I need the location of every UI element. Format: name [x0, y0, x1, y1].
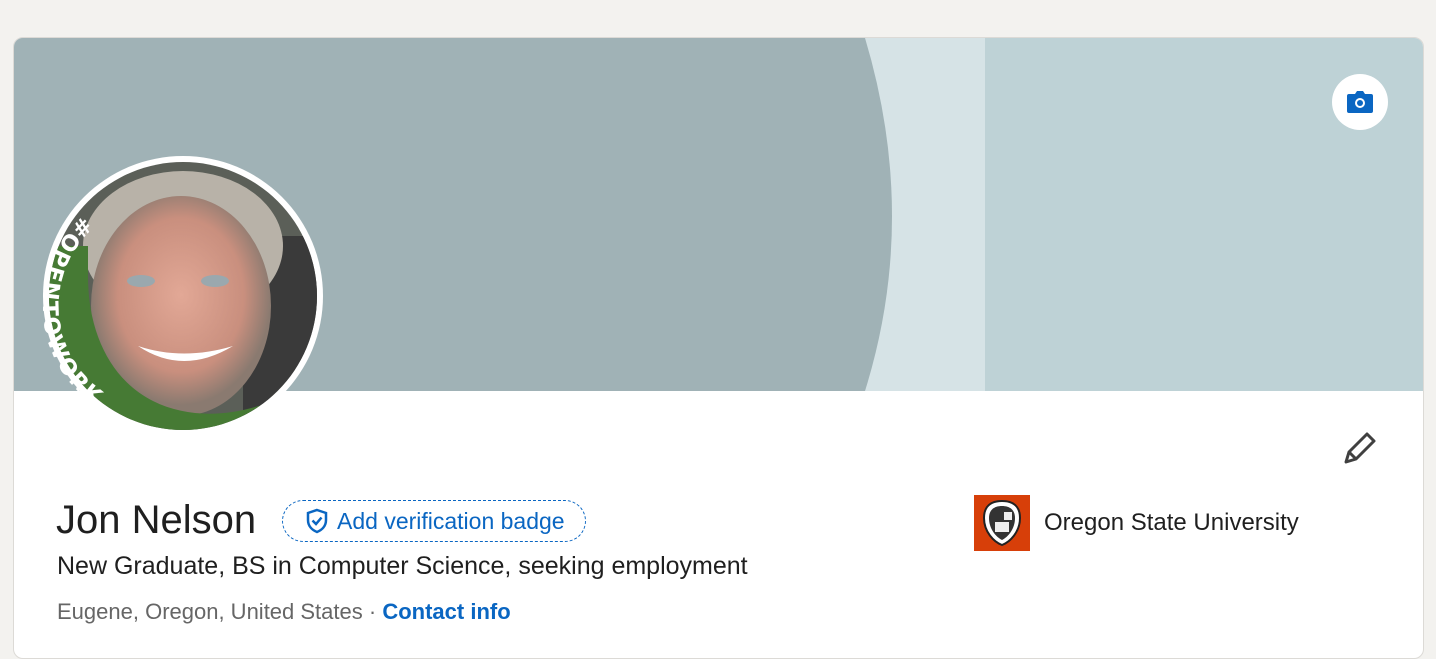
location: Eugene, Oregon, United States — [57, 599, 363, 624]
add-verification-badge-button[interactable]: Add verification badge — [282, 500, 586, 542]
education-link[interactable]: Oregon State University — [974, 495, 1299, 551]
contact-info-link[interactable]: Contact info — [382, 599, 510, 624]
location-line: Eugene, Oregon, United States · Contact … — [57, 599, 511, 625]
camera-icon — [1347, 91, 1373, 113]
profile-headline: New Graduate, BS in Computer Science, se… — [57, 552, 748, 580]
edit-intro-button[interactable] — [1340, 428, 1380, 468]
school-logo — [974, 495, 1030, 551]
edit-cover-photo-button[interactable] — [1332, 74, 1388, 130]
shield-check-icon — [306, 508, 328, 534]
seal-icon — [982, 499, 1022, 547]
profile-photo[interactable]: #OPENTOWORK — [43, 156, 323, 436]
pencil-icon — [1344, 432, 1376, 464]
verification-label: Add verification badge — [337, 507, 565, 534]
separator: · — [368, 599, 377, 624]
profile-name: Jon Nelson — [56, 498, 257, 542]
school-name: Oregon State University — [1044, 509, 1299, 536]
